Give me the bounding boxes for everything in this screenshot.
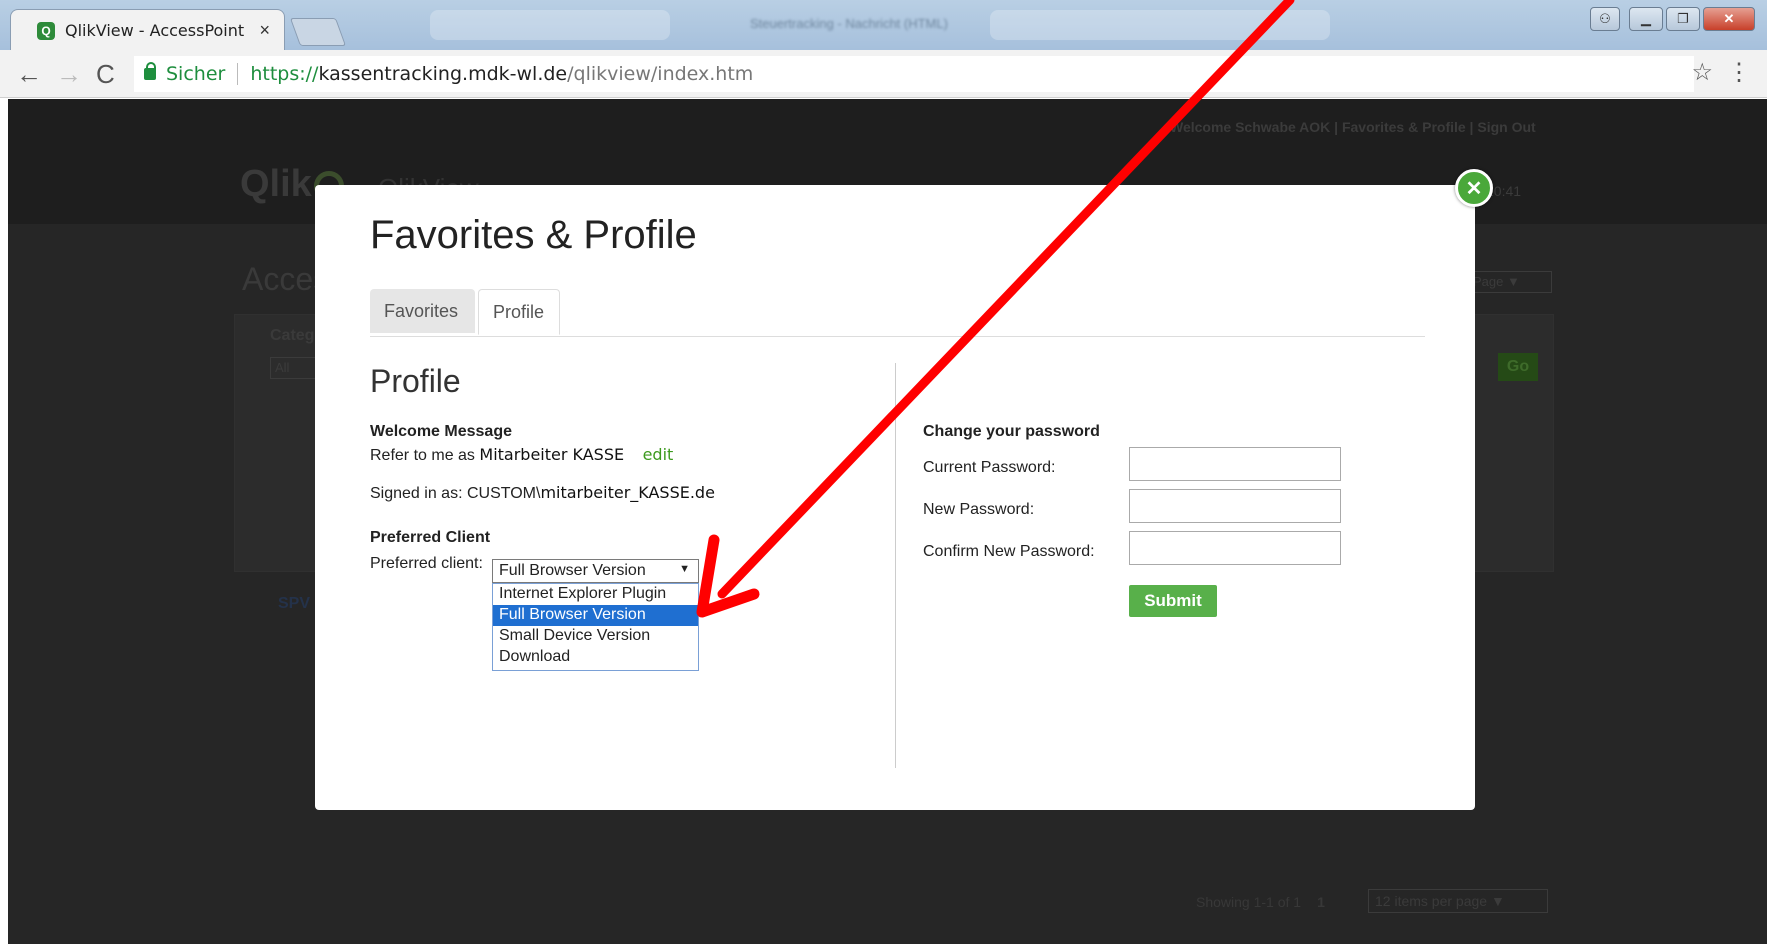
edit-link[interactable]: edit bbox=[643, 445, 674, 464]
document-link[interactable]: SPV bbox=[278, 595, 310, 613]
back-icon[interactable]: ← bbox=[16, 58, 42, 90]
dialog-tabs: Favorites Profile bbox=[370, 289, 1425, 337]
user-icon[interactable]: ⚇ bbox=[1590, 7, 1620, 31]
current-password-input[interactable] bbox=[1129, 447, 1341, 481]
change-password-heading: Change your password bbox=[923, 423, 1100, 440]
bookmark-star-icon[interactable]: ☆ bbox=[1691, 58, 1713, 87]
preferred-client-dropdown: Internet Explorer Plugin Full Browser Ve… bbox=[492, 583, 699, 671]
tab-title: QlikView - AccessPoint bbox=[65, 21, 245, 40]
reload-icon[interactable]: C bbox=[96, 58, 115, 90]
tab-profile[interactable]: Profile bbox=[478, 289, 560, 335]
new-password-input[interactable] bbox=[1129, 489, 1341, 523]
url-path: /qlikview/index.htm bbox=[567, 63, 754, 85]
column-divider bbox=[895, 363, 896, 768]
window-controls: ⚇ ▁ ❐ ✕ bbox=[1590, 7, 1755, 31]
dialog-close-icon[interactable]: ✕ bbox=[1455, 169, 1493, 207]
browser-tab[interactable]: Q QlikView - AccessPoint × bbox=[10, 9, 285, 51]
signed-in-user: mitarbeiter_KASSE.de bbox=[540, 483, 715, 502]
client-option-ie-plugin[interactable]: Internet Explorer Plugin bbox=[493, 584, 698, 605]
confirm-password-input[interactable] bbox=[1129, 531, 1341, 565]
client-option-small-device[interactable]: Small Device Version bbox=[493, 626, 698, 647]
welcome-links[interactable]: Welcome Schwabe AOK | Favorites & Profil… bbox=[1170, 119, 1536, 135]
browser-toolbar: ← → C Sicher https:// kassentracking.mdk… bbox=[0, 50, 1767, 98]
go-button[interactable]: Go bbox=[1498, 353, 1538, 381]
qlikview-favicon-icon: Q bbox=[37, 21, 55, 40]
refer-line: Refer to me as Mitarbeiter KASSE edit bbox=[370, 445, 673, 465]
new-tab-button[interactable] bbox=[289, 18, 347, 46]
items-per-page-select[interactable]: 12 items per page ▼ bbox=[1368, 889, 1548, 913]
category-select-value: All bbox=[275, 360, 290, 375]
favorites-profile-dialog: Favorites & Profile Favorites Profile Pr… bbox=[315, 185, 1475, 810]
browser-tabstrip: Q QlikView - AccessPoint × Steuertrackin… bbox=[0, 0, 1767, 51]
browser-menu-icon[interactable]: ⋮ bbox=[1727, 58, 1751, 87]
client-option-download[interactable]: Download bbox=[493, 647, 698, 668]
logo-text: Qlik bbox=[240, 163, 312, 205]
new-password-label: New Password: bbox=[923, 501, 1035, 518]
sort-select[interactable]: Page ▼ bbox=[1468, 271, 1552, 293]
restore-button[interactable]: ❐ bbox=[1666, 7, 1700, 31]
tab-favorites[interactable]: Favorites bbox=[370, 289, 475, 333]
address-separator bbox=[237, 63, 239, 85]
signed-in-line: Signed in as: CUSTOM\mitarbeiter_KASSE.d… bbox=[370, 483, 715, 503]
dialog-title: Favorites & Profile bbox=[370, 213, 697, 257]
refer-prefix: Refer to me as bbox=[370, 447, 475, 464]
lock-icon bbox=[144, 62, 156, 80]
welcome-message-heading: Welcome Message bbox=[370, 423, 512, 440]
secure-label: Sicher bbox=[166, 63, 226, 85]
preferred-client-select[interactable]: Full Browser Version ▼ bbox=[492, 559, 699, 583]
titlebar-glare bbox=[430, 10, 670, 40]
window-close-button[interactable]: ✕ bbox=[1703, 7, 1755, 31]
address-bar[interactable]: Sicher https:// kassentracking.mdk-wl.de… bbox=[134, 56, 1694, 92]
url-scheme: https:// bbox=[250, 63, 319, 85]
preferred-client-heading: Preferred Client bbox=[370, 529, 491, 546]
window-title: Steuertracking - Nachricht (HTML) bbox=[750, 16, 948, 31]
screen: Q QlikView - AccessPoint × Steuertrackin… bbox=[0, 0, 1767, 944]
current-password-label: Current Password: bbox=[923, 459, 1056, 476]
preferred-client-value: Full Browser Version bbox=[499, 562, 646, 579]
pager-page[interactable]: 1 bbox=[1317, 894, 1325, 910]
pager: Showing 1-1 of 1 1 bbox=[1196, 894, 1341, 910]
minimize-button[interactable]: ▁ bbox=[1629, 7, 1663, 31]
profile-heading: Profile bbox=[370, 363, 461, 399]
forward-icon[interactable]: → bbox=[56, 58, 82, 90]
submit-button[interactable]: Submit bbox=[1129, 585, 1217, 617]
confirm-password-label: Confirm New Password: bbox=[923, 543, 1095, 560]
client-option-full-browser[interactable]: Full Browser Version bbox=[493, 605, 698, 626]
url-host: kassentracking.mdk-wl.de bbox=[318, 63, 568, 85]
tab-close-icon[interactable]: × bbox=[259, 20, 270, 41]
sort-select-value: Page bbox=[1473, 274, 1504, 289]
pager-text: Showing 1-1 of 1 bbox=[1196, 894, 1302, 910]
preferred-client-label: Preferred client: bbox=[370, 555, 483, 572]
items-per-page-value: 12 items per page bbox=[1375, 893, 1488, 909]
refer-name: Mitarbeiter KASSE bbox=[479, 445, 625, 464]
signed-in-prefix: Signed in as: CUSTOM\ bbox=[370, 485, 541, 502]
chevron-down-icon: ▼ bbox=[679, 563, 690, 575]
titlebar-glare bbox=[990, 10, 1330, 40]
